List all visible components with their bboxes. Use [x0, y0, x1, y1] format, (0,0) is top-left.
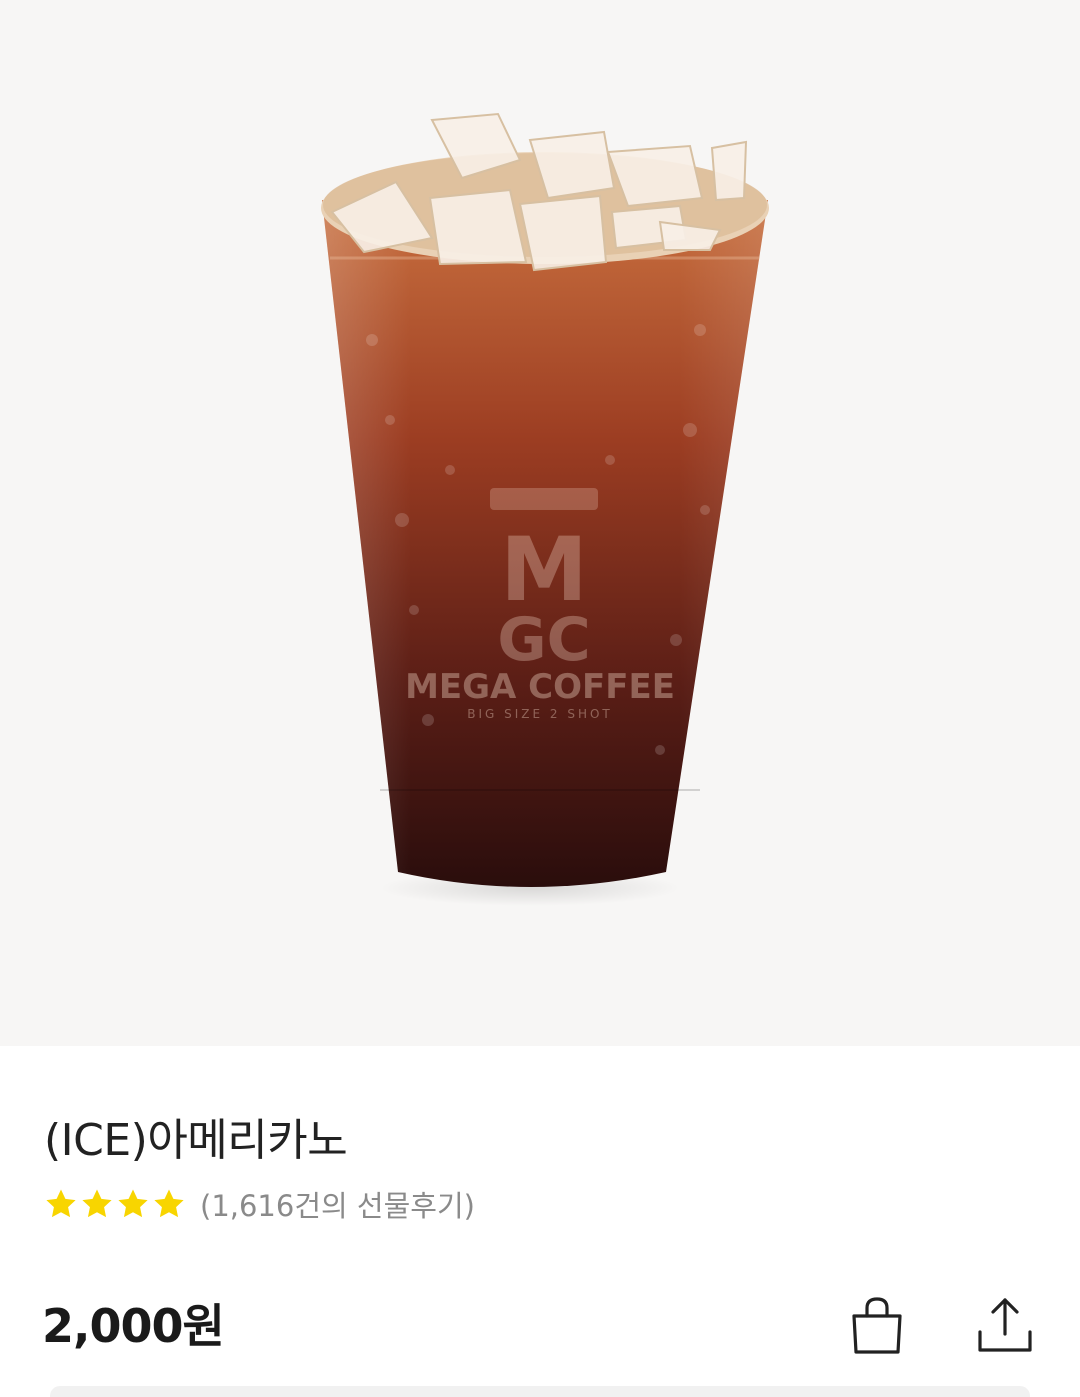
bottom-action-bar[interactable] [50, 1386, 1030, 1397]
star-icon [46, 1189, 76, 1218]
cup-brand-name: MEGA COFFEE [405, 667, 675, 707]
shopping-bag-icon [852, 1297, 902, 1354]
product-price: 2,000원 [42, 1299, 225, 1353]
cup-brand-tagline: BIG SIZE 2 SHOT [467, 707, 613, 721]
svg-text:GC: GC [497, 605, 590, 675]
product-title: (ICE)아메리카노 [44, 1115, 348, 1166]
star-icon [118, 1189, 148, 1218]
share-button[interactable] [970, 1290, 1040, 1360]
shopping-bag-button[interactable] [842, 1290, 912, 1360]
rating-row[interactable]: (1,616건의 선물후기) [44, 1184, 475, 1224]
product-info: (ICE)아메리카노 (1,616건의 선물후기) 2,000원 [0, 1046, 1080, 1397]
share-icon [978, 1298, 1032, 1352]
product-detail-page: M GC MEGA COFFEE BIG SIZE 2 SHOT (ICE)아메… [0, 0, 1080, 1397]
review-count[interactable]: (1,616건의 선물후기) [200, 1183, 475, 1225]
iced-americano-cup-image: M GC MEGA COFFEE BIG SIZE 2 SHOT [321, 112, 769, 906]
star-icon [82, 1189, 112, 1218]
star-icon [154, 1189, 184, 1218]
product-image: M GC MEGA COFFEE BIG SIZE 2 SHOT [0, 0, 1080, 1046]
rating-stars [44, 1187, 186, 1221]
